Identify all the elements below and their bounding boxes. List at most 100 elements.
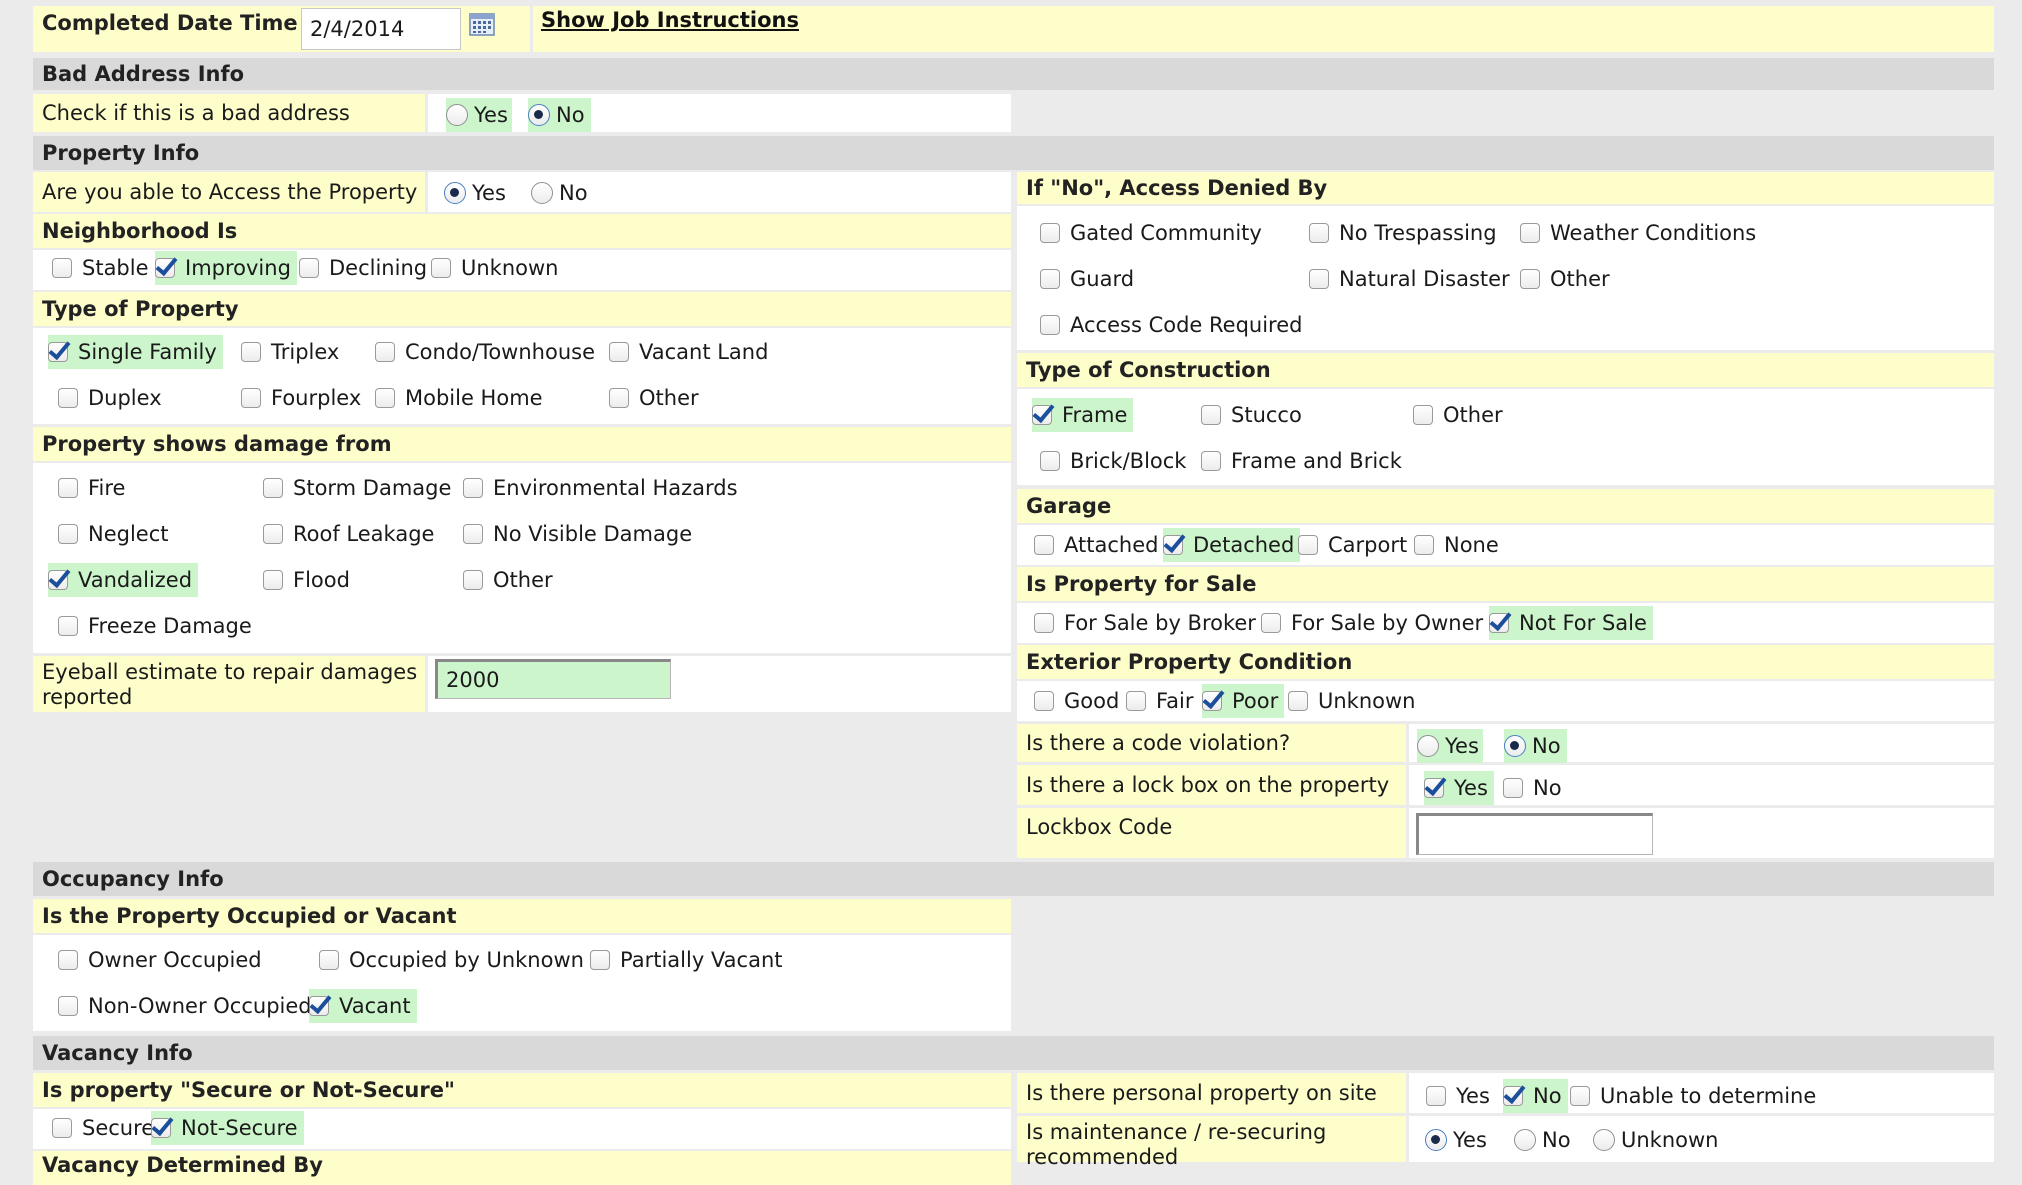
checkbox-icon[interactable]: [1040, 223, 1060, 243]
occupancy-non-owner[interactable]: Non-Owner Occupied: [58, 989, 312, 1023]
denied-weather[interactable]: Weather Conditions: [1520, 216, 1756, 250]
radio-yes-icon[interactable]: [1417, 735, 1439, 757]
property-triplex[interactable]: Triplex: [241, 335, 339, 369]
checkbox-icon[interactable]: [299, 258, 319, 278]
radio-yes-icon[interactable]: [446, 104, 468, 126]
code-violation-yes[interactable]: Yes: [1417, 729, 1483, 763]
checkbox-icon[interactable]: [1426, 1086, 1446, 1106]
checkbox-checked-icon[interactable]: [1163, 535, 1183, 555]
show-job-instructions-link[interactable]: Show Job Instructions: [541, 8, 799, 32]
denied-natural-disaster[interactable]: Natural Disaster: [1309, 262, 1510, 296]
damage-flood[interactable]: Flood: [263, 563, 350, 597]
radio-yes-icon[interactable]: [1425, 1129, 1447, 1151]
checkbox-icon[interactable]: [263, 570, 283, 590]
property-condo[interactable]: Condo/Townhouse: [375, 335, 595, 369]
estimate-input[interactable]: 2000: [435, 659, 671, 699]
checkbox-icon[interactable]: [1201, 405, 1221, 425]
checkbox-icon[interactable]: [375, 342, 395, 362]
maintenance-yes[interactable]: Yes: [1425, 1123, 1487, 1157]
construction-stucco[interactable]: Stucco: [1201, 398, 1302, 432]
completed-date-input[interactable]: 2/4/2014: [301, 8, 461, 50]
property-vacant-land[interactable]: Vacant Land: [609, 335, 768, 369]
checkbox-icon[interactable]: [1040, 269, 1060, 289]
occupancy-owner[interactable]: Owner Occupied: [58, 943, 262, 977]
damage-environmental[interactable]: Environmental Hazards: [463, 471, 738, 505]
personal-property-no[interactable]: No: [1503, 1079, 1568, 1113]
checkbox-icon[interactable]: [1261, 613, 1281, 633]
checkbox-icon[interactable]: [58, 616, 78, 636]
checkbox-checked-icon[interactable]: [1202, 691, 1222, 711]
calendar-icon[interactable]: [469, 12, 495, 36]
access-yes[interactable]: Yes: [444, 176, 506, 210]
construction-brick-block[interactable]: Brick/Block: [1040, 444, 1186, 478]
checkbox-icon[interactable]: [375, 388, 395, 408]
checkbox-icon[interactable]: [463, 524, 483, 544]
checkbox-icon[interactable]: [1309, 223, 1329, 243]
code-violation-no[interactable]: No: [1504, 729, 1567, 763]
denied-access-code[interactable]: Access Code Required: [1040, 308, 1302, 342]
checkbox-icon[interactable]: [1309, 269, 1329, 289]
radio-no-icon[interactable]: [531, 182, 553, 204]
checkbox-icon[interactable]: [1288, 691, 1308, 711]
checkbox-checked-icon[interactable]: [1503, 1086, 1523, 1106]
exterior-poor[interactable]: Poor: [1202, 684, 1285, 718]
checkbox-icon[interactable]: [1034, 613, 1054, 633]
not-for-sale[interactable]: Not For Sale: [1489, 606, 1653, 640]
lock-box-no[interactable]: No: [1503, 771, 1562, 805]
checkbox-icon[interactable]: [1520, 269, 1540, 289]
checkbox-checked-icon[interactable]: [48, 570, 68, 590]
checkbox-icon[interactable]: [58, 524, 78, 544]
checkbox-icon[interactable]: [1040, 315, 1060, 335]
checkbox-icon[interactable]: [241, 342, 261, 362]
checkbox-icon[interactable]: [609, 342, 629, 362]
checkbox-icon[interactable]: [58, 950, 78, 970]
checkbox-icon[interactable]: [609, 388, 629, 408]
denied-guard[interactable]: Guard: [1040, 262, 1134, 296]
checkbox-checked-icon[interactable]: [151, 1118, 171, 1138]
personal-property-yes[interactable]: Yes: [1426, 1079, 1490, 1113]
bad-address-no[interactable]: No: [528, 98, 591, 132]
denied-no-trespassing[interactable]: No Trespassing: [1309, 216, 1497, 250]
checkbox-icon[interactable]: [58, 996, 78, 1016]
checkbox-icon[interactable]: [263, 524, 283, 544]
lock-box-yes[interactable]: Yes: [1424, 771, 1494, 805]
checkbox-checked-icon[interactable]: [309, 996, 329, 1016]
checkbox-icon[interactable]: [431, 258, 451, 278]
checkbox-icon[interactable]: [1413, 405, 1433, 425]
checkbox-icon[interactable]: [58, 388, 78, 408]
checkbox-checked-icon[interactable]: [1424, 778, 1444, 798]
property-single-family[interactable]: Single Family: [48, 335, 223, 369]
radio-no-icon[interactable]: [1504, 735, 1526, 757]
checkbox-icon[interactable]: [463, 478, 483, 498]
checkbox-checked-icon[interactable]: [48, 342, 68, 362]
garage-detached[interactable]: Detached: [1163, 528, 1301, 562]
construction-frame[interactable]: Frame: [1032, 398, 1134, 432]
checkbox-icon[interactable]: [1520, 223, 1540, 243]
neighborhood-unknown[interactable]: Unknown: [431, 251, 558, 285]
checkbox-icon[interactable]: [319, 950, 339, 970]
for-sale-broker[interactable]: For Sale by Broker: [1034, 606, 1256, 640]
checkbox-checked-icon[interactable]: [1489, 613, 1509, 633]
damage-freeze[interactable]: Freeze Damage: [58, 609, 252, 643]
checkbox-icon[interactable]: [1040, 451, 1060, 471]
checkbox-icon[interactable]: [58, 478, 78, 498]
radio-no-icon[interactable]: [1514, 1129, 1536, 1151]
radio-no-icon[interactable]: [528, 104, 550, 126]
checkbox-icon[interactable]: [1126, 691, 1146, 711]
damage-vandalized[interactable]: Vandalized: [48, 563, 199, 597]
construction-frame-brick[interactable]: Frame and Brick: [1201, 444, 1402, 478]
radio-yes-icon[interactable]: [444, 182, 466, 204]
checkbox-icon[interactable]: [1414, 535, 1434, 555]
exterior-fair[interactable]: Fair: [1126, 684, 1194, 718]
checkbox-icon[interactable]: [263, 478, 283, 498]
checkbox-icon[interactable]: [52, 1118, 72, 1138]
checkbox-checked-icon[interactable]: [1032, 405, 1052, 425]
secure-option[interactable]: Secure: [52, 1111, 154, 1145]
occupancy-partially-vacant[interactable]: Partially Vacant: [590, 943, 783, 977]
personal-property-unable[interactable]: Unable to determine: [1570, 1079, 1816, 1113]
damage-roof-leakage[interactable]: Roof Leakage: [263, 517, 434, 551]
exterior-unknown[interactable]: Unknown: [1288, 684, 1415, 718]
damage-other[interactable]: Other: [463, 563, 553, 597]
neighborhood-declining[interactable]: Declining: [299, 251, 427, 285]
denied-gated-community[interactable]: Gated Community: [1040, 216, 1262, 250]
